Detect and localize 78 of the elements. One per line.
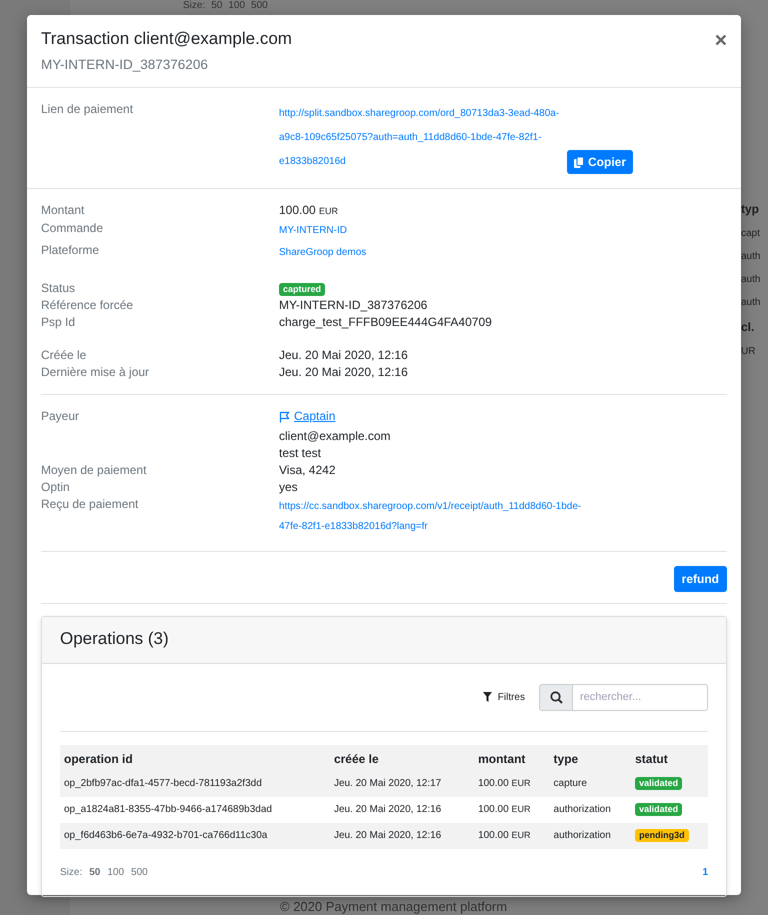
search-icon [550,690,562,704]
close-button[interactable]: × [714,29,727,51]
payer-link[interactable]: Captain [279,409,336,424]
field-value: yes [279,480,299,494]
field-value: Jeu. 20 Mai 2020, 12:16 [279,348,409,363]
field-value: charge_test_FFFB09EE444G4FA40709 [279,315,493,330]
copy-icon [574,156,584,168]
status-badge: validated [635,802,682,816]
column-header: montant [474,744,550,770]
column-header: type [550,744,632,770]
page-link[interactable]: 1 [702,866,708,878]
card-title: Operations (3) [42,616,726,664]
column-header: statut [631,744,708,770]
background-text: 50 [211,0,222,12]
search-field[interactable]: rechercher... [573,684,708,710]
refund-button[interactable]: refund [674,566,727,592]
field-label: Optin [41,480,71,494]
table-cell: authorization [550,796,632,822]
flag-icon [279,410,291,422]
field-label: Psp Id [41,315,76,330]
table-cell: capture [550,770,632,796]
copy-button[interactable]: Copier [567,150,634,174]
table-cell: Jeu. 20 Mai 2020, 12:16 [330,796,474,822]
field-label: Référence forcée [41,298,134,313]
link[interactable]: ShareGroop demos [279,243,594,263]
status-badge: captured [279,283,326,296]
field-label: Commande [41,221,104,237]
link[interactable]: https://cc.sandbox.sharegroop.com/v1/receipt/auth_11dd8d60-1bde-47fe-82f1-e1833b82016d?lang=fr [279,496,594,536]
page-size-option[interactable]: 50 [89,866,100,878]
page-size-option[interactable]: 500 [131,866,148,878]
background-text: 100 [228,0,246,12]
funnel-icon [482,692,492,702]
background-text: auth [741,297,762,308]
column-header: créée le [330,744,474,770]
table-cell: Jeu. 20 Mai 2020, 12:17 [330,770,474,796]
table-cell: op_f6d463b6-6e7a-4932-b701-ca766d11c30a [60,822,330,848]
table-cell: op_a1824a81-8355-47bb-9466-a174689b3dad [60,796,330,822]
field-value: test test [279,446,322,460]
background-text: cl. [741,320,756,334]
dialog-title: Transaction client@example.com [41,29,292,49]
background-text: UR [741,346,756,357]
background-text: auth [741,251,762,262]
field-label: Reçu de paiement [41,496,140,512]
background-text: Size: [183,0,206,12]
search-button[interactable] [539,684,573,710]
table-cell: 100.00 EUR [474,822,550,848]
status-badge: validated [635,776,682,790]
field-label: Moyen de paiement [41,462,148,478]
field-value: client@example.com [279,428,392,444]
background-text: 500 [251,0,268,12]
column-header: operation id [60,744,330,770]
payment-link[interactable]: http://split.sandbox.sharegroop.com/ord_80713da3-3ead-480a-a9c8-109c65f25075?auth=auth_11dd8d60-1bde-47fe-82f1-e1833b82016d [279,102,561,174]
table-cell: op_2bfb97ac-dfa1-4577-becd-781193a2f3dd [60,770,330,796]
field-value: MY-INTERN-ID_387376206 [279,298,428,313]
field-label: Montant [41,203,86,219]
field-label: Status [41,281,76,296]
field-label: Dernière mise à jour [41,365,150,380]
status-badge: pending3d [635,828,689,842]
field-label: Lien de paiement [41,102,134,118]
field-value: Jeu. 20 Mai 2020, 12:16 [279,365,409,380]
amount-value: 100.00 EUR [279,203,340,219]
table-cell: Jeu. 20 Mai 2020, 12:16 [330,822,474,848]
field-label: Plateforme [41,243,100,259]
field-label: Payeur [41,409,80,425]
table-cell: 100.00 EUR [474,770,550,796]
background-text: capt [741,228,761,239]
size-label: Size: [60,866,82,878]
link[interactable]: MY-INTERN-ID [279,221,594,241]
background-text: auth [741,274,762,285]
background-footer: © 2020 Payment management platform [70,899,768,915]
filter-button[interactable]: Filtres [482,692,525,702]
dialog-subtitle: MY-INTERN-ID_387376206 [41,57,209,72]
field-value: Visa, 4242 [279,462,336,478]
field-label: Créée le [41,348,88,363]
table-cell: 100.00 EUR [474,796,550,822]
background-text: typ [741,202,760,216]
table-cell: authorization [550,822,632,848]
page-size-option[interactable]: 100 [107,866,124,878]
